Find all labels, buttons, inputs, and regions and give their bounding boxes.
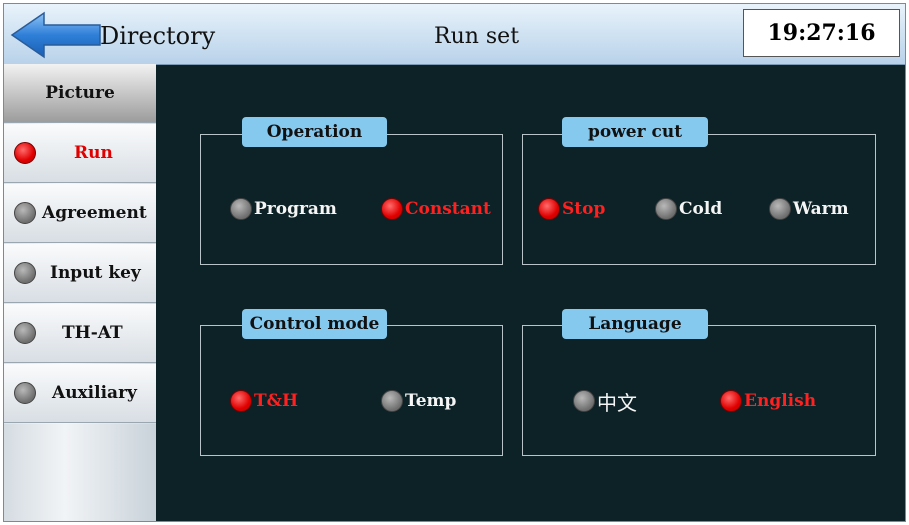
option-chinese[interactable]: 中文: [573, 388, 637, 415]
option-label: Constant: [405, 199, 491, 219]
option-english[interactable]: English: [720, 388, 816, 414]
radio-red-icon: [720, 390, 742, 412]
option-cold[interactable]: Cold: [655, 196, 722, 222]
option-t-and-h[interactable]: T&H: [230, 388, 298, 414]
sidebar: Picture Run Agreement Input key TH-AT Au…: [4, 64, 156, 521]
sidebar-item-label: Input key: [50, 263, 141, 283]
sidebar-item-th-at[interactable]: TH-AT: [4, 304, 156, 363]
sidebar-item-label: Agreement: [42, 203, 147, 223]
radio-red-icon: [381, 198, 403, 220]
language-group-title: Language: [562, 309, 708, 339]
directory-label[interactable]: Directory: [100, 22, 215, 50]
sidebar-item-auxiliary[interactable]: Auxiliary: [4, 364, 156, 423]
option-label: Cold: [679, 199, 723, 219]
status-dot-icon: [14, 142, 36, 164]
radio-gray-icon: [381, 390, 403, 412]
option-stop[interactable]: Stop: [538, 196, 605, 222]
status-dot-icon: [14, 262, 36, 284]
option-temp[interactable]: Temp: [381, 388, 456, 414]
sidebar-item-label: Auxiliary: [52, 383, 137, 403]
option-constant[interactable]: Constant: [381, 196, 491, 222]
status-dot-icon: [14, 202, 36, 224]
status-dot-icon: [14, 322, 36, 344]
option-label: English: [744, 391, 817, 411]
sidebar-item-run[interactable]: Run: [4, 124, 156, 183]
power-cut-group-title: power cut: [562, 117, 708, 147]
sidebar-item-label: TH-AT: [62, 323, 123, 343]
radio-red-icon: [538, 198, 560, 220]
option-warm[interactable]: Warm: [769, 196, 849, 222]
option-label: Temp: [405, 391, 457, 411]
sidebar-item-label: Run: [74, 143, 113, 163]
radio-gray-icon: [769, 198, 791, 220]
clock-display: 19:27:16: [743, 9, 900, 57]
header-bar: Directory Run set 19:27:16: [4, 4, 905, 65]
sidebar-empty-area: [4, 424, 156, 521]
option-program[interactable]: Program: [230, 196, 337, 222]
app-window: Directory Run set 19:27:16 Picture Run A…: [3, 3, 906, 522]
option-label: T&H: [254, 391, 299, 411]
option-label: Program: [254, 199, 337, 219]
status-dot-icon: [14, 382, 36, 404]
back-button[interactable]: [10, 10, 102, 60]
radio-gray-icon: [230, 198, 252, 220]
sidebar-item-agreement[interactable]: Agreement: [4, 184, 156, 243]
option-label: 中文: [597, 390, 637, 415]
operation-group-title: Operation: [242, 117, 387, 147]
radio-red-icon: [230, 390, 252, 412]
option-label: Stop: [562, 199, 606, 219]
back-arrow-icon: [10, 11, 101, 59]
option-label: Warm: [793, 199, 849, 219]
radio-gray-icon: [573, 390, 595, 412]
sidebar-item-picture[interactable]: Picture: [4, 64, 156, 123]
control-mode-group-title: Control mode: [242, 309, 387, 339]
sidebar-item-input-key[interactable]: Input key: [4, 244, 156, 303]
sidebar-item-label: Picture: [45, 83, 115, 103]
radio-gray-icon: [655, 198, 677, 220]
page-title: Run set: [434, 24, 520, 49]
